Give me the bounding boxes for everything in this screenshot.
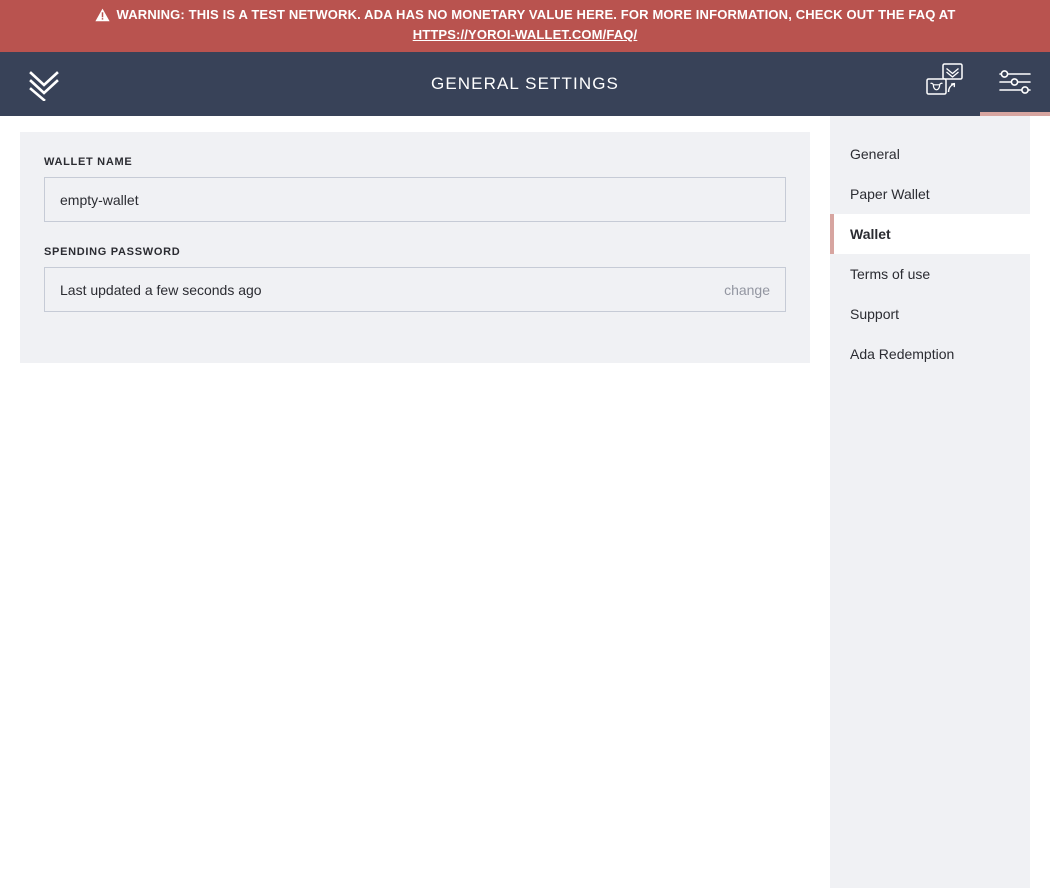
menu-active-indicator bbox=[830, 334, 834, 374]
page-title: GENERAL SETTINGS bbox=[431, 74, 619, 93]
menu-item-label: Paper Wallet bbox=[850, 186, 930, 202]
menu-item-general[interactable]: General bbox=[830, 134, 1030, 174]
testnet-warning-line: WARNING: THIS IS A TEST NETWORK. ADA HAS… bbox=[94, 5, 956, 25]
spending-password-label: SPENDING PASSWORD bbox=[44, 246, 181, 258]
wallet-name-label: WALLET NAME bbox=[44, 156, 133, 168]
wallet-name-field-block: WALLET NAME bbox=[44, 156, 786, 222]
menu-active-indicator bbox=[830, 214, 834, 254]
menu-active-indicator bbox=[830, 134, 834, 174]
menu-item-wallet[interactable]: Wallet bbox=[830, 214, 1030, 254]
menu-item-label: Terms of use bbox=[850, 266, 931, 282]
menu-item-paper-wallet[interactable]: Paper Wallet bbox=[830, 174, 1030, 214]
change-password-link[interactable]: change bbox=[724, 282, 770, 298]
spending-password-status: Last updated a few seconds ago bbox=[60, 281, 262, 298]
menu-active-indicator bbox=[830, 174, 834, 214]
yoroi-chevron-logo-icon[interactable] bbox=[22, 62, 66, 106]
testnet-faq-link[interactable]: HTTPS://YOROI-WALLET.COM/FAQ/ bbox=[413, 25, 638, 45]
menu-item-label: General bbox=[850, 146, 900, 162]
menu-item-terms-of-use[interactable]: Terms of use bbox=[830, 254, 1030, 294]
menu-active-indicator bbox=[830, 254, 834, 294]
menu-item-label: Wallet bbox=[850, 226, 891, 242]
settings-menu: General Paper Wallet Wallet Terms of use… bbox=[830, 116, 1030, 888]
wallet-settings-card: WALLET NAME SPENDING PASSWORD Last updat… bbox=[20, 132, 810, 363]
settings-page-body: WALLET NAME SPENDING PASSWORD Last updat… bbox=[0, 116, 1050, 888]
wallet-name-input[interactable] bbox=[44, 177, 786, 222]
menu-item-label: Support bbox=[850, 306, 900, 322]
warning-triangle-icon bbox=[94, 8, 110, 22]
spending-password-row: Last updated a few seconds ago change bbox=[44, 267, 786, 312]
wallet-switch-icon bbox=[922, 61, 968, 108]
menu-item-label: Ada Redemption bbox=[850, 346, 955, 362]
menu-active-indicator bbox=[830, 294, 834, 334]
menu-item-support[interactable]: Support bbox=[830, 294, 1030, 334]
wallet-switch-button[interactable] bbox=[910, 52, 980, 116]
testnet-warning-banner: WARNING: THIS IS A TEST NETWORK. ADA HAS… bbox=[0, 0, 1050, 52]
top-navigation-bar: GENERAL SETTINGS bbox=[0, 52, 1050, 116]
testnet-warning-text: WARNING: THIS IS A TEST NETWORK. ADA HAS… bbox=[116, 7, 956, 22]
topbar-actions bbox=[910, 52, 1050, 116]
menu-item-ada-redemption[interactable]: Ada Redemption bbox=[830, 334, 1030, 374]
settings-sliders-icon bbox=[998, 67, 1032, 102]
settings-button[interactable] bbox=[980, 52, 1050, 116]
spending-password-field-block: SPENDING PASSWORD Last updated a few sec… bbox=[44, 246, 786, 312]
